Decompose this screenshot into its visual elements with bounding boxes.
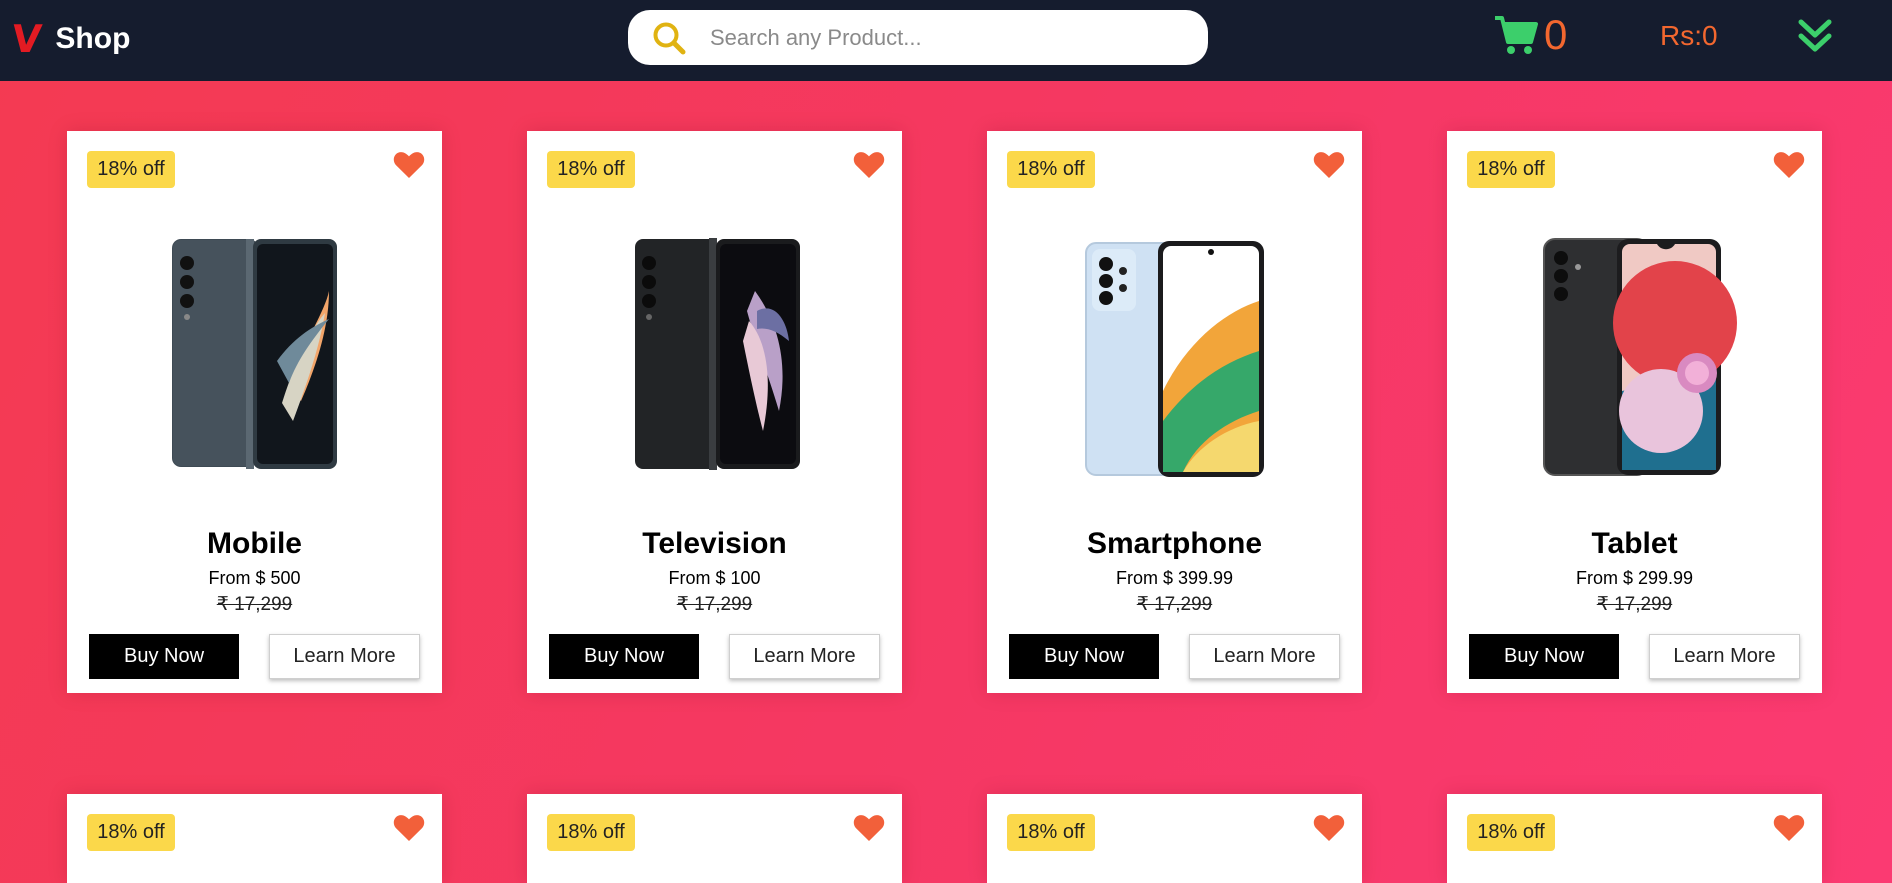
product-card: 18% off Smartphone From $ 399.99 ₹ 17,29… bbox=[987, 131, 1362, 693]
buy-now-button[interactable]: Buy Now bbox=[549, 634, 699, 679]
product-price: From $ 100 bbox=[668, 568, 761, 588]
heart-icon[interactable] bbox=[853, 814, 885, 842]
product-title: Tablet bbox=[1591, 527, 1678, 560]
product-image bbox=[1543, 238, 1737, 476]
learn-more-button[interactable]: Learn More bbox=[269, 634, 420, 679]
product-title: Mobile bbox=[207, 527, 302, 560]
product-card: 18% off Mobile From $ 500 ₹ 17,299 Buy N… bbox=[67, 131, 442, 693]
search-icon[interactable] bbox=[652, 21, 686, 55]
product-title: Smartphone bbox=[1086, 527, 1263, 560]
product-card: 18% off bbox=[1447, 794, 1822, 883]
original-price: ₹ 17,299 bbox=[1136, 594, 1213, 615]
product-image bbox=[172, 239, 337, 469]
product-card: 18% off bbox=[67, 794, 442, 883]
original-price: ₹ 17,299 bbox=[676, 594, 753, 615]
buy-now-button[interactable]: Buy Now bbox=[1009, 634, 1159, 679]
product-price: From $ 500 bbox=[208, 568, 301, 588]
heart-icon[interactable] bbox=[393, 151, 425, 179]
heart-icon[interactable] bbox=[1773, 814, 1805, 842]
balance-display: Rs:0 bbox=[1660, 20, 1718, 51]
double-chevron-down-icon[interactable] bbox=[1798, 18, 1832, 54]
product-card: 18% off Television From $ 100 ₹ 17,299 B… bbox=[527, 131, 902, 693]
product-card: 18% off bbox=[527, 794, 902, 883]
shopping-cart-icon bbox=[1495, 16, 1538, 54]
original-price: ₹ 17,299 bbox=[1596, 594, 1673, 615]
top-navbar: V Shop 0 Rs:0 bbox=[0, 0, 1892, 81]
logo-mark: V bbox=[9, 17, 44, 61]
discount-badge: 18% off bbox=[547, 151, 635, 188]
discount-badge: 18% off bbox=[1467, 814, 1555, 851]
discount-badge: 18% off bbox=[1007, 814, 1095, 851]
learn-more-button[interactable]: Learn More bbox=[729, 634, 880, 679]
discount-badge: 18% off bbox=[87, 151, 175, 188]
original-price: ₹ 17,299 bbox=[216, 594, 293, 615]
discount-badge: 18% off bbox=[547, 814, 635, 851]
cart-button[interactable]: 0 bbox=[1494, 12, 1567, 58]
buy-now-button[interactable]: Buy Now bbox=[89, 634, 239, 679]
brand-logo[interactable]: V Shop bbox=[9, 14, 131, 64]
heart-icon[interactable] bbox=[1773, 151, 1805, 179]
heart-icon[interactable] bbox=[1313, 814, 1345, 842]
buy-now-button[interactable]: Buy Now bbox=[1469, 634, 1619, 679]
product-price: From $ 299.99 bbox=[1575, 568, 1694, 588]
search-bar bbox=[628, 10, 1208, 65]
product-card: 18% off Tablet From $ 299.99 ₹ 17,299 Bu… bbox=[1447, 131, 1822, 693]
product-title: Television bbox=[642, 527, 787, 560]
discount-badge: 18% off bbox=[87, 814, 175, 851]
heart-icon[interactable] bbox=[1313, 151, 1345, 179]
logo-text: Shop bbox=[55, 22, 131, 55]
product-image bbox=[635, 238, 800, 470]
search-input[interactable] bbox=[708, 17, 1182, 59]
heart-icon[interactable] bbox=[853, 151, 885, 179]
product-image bbox=[1085, 241, 1264, 477]
cart-count: 0 bbox=[1544, 11, 1568, 58]
discount-badge: 18% off bbox=[1467, 151, 1555, 188]
product-card: 18% off bbox=[987, 794, 1362, 883]
heart-icon[interactable] bbox=[393, 814, 425, 842]
discount-badge: 18% off bbox=[1007, 151, 1095, 188]
learn-more-button[interactable]: Learn More bbox=[1649, 634, 1800, 679]
learn-more-button[interactable]: Learn More bbox=[1189, 634, 1340, 679]
product-price: From $ 399.99 bbox=[1115, 568, 1234, 588]
